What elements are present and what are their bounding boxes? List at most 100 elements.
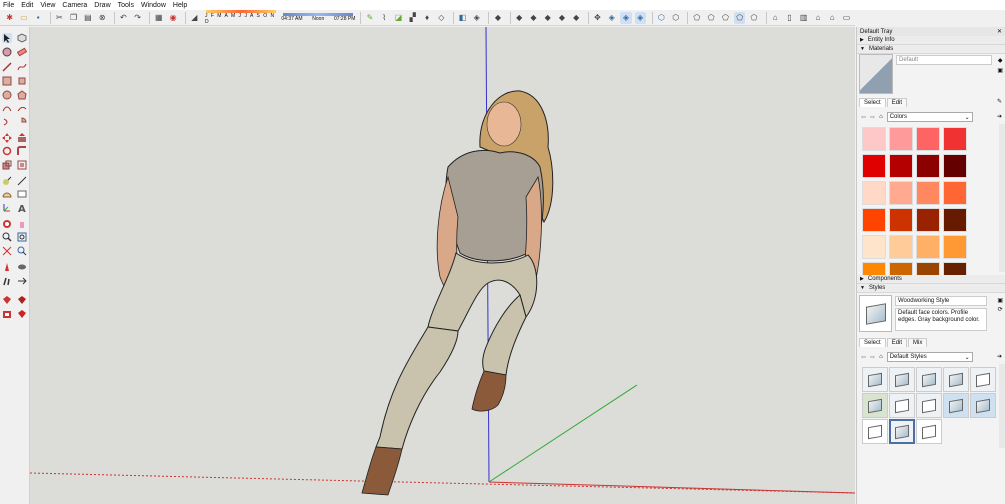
shadows-toggle-icon[interactable]: ◢	[189, 12, 200, 24]
freehand-icon[interactable]	[17, 62, 27, 72]
three-point-arc-icon[interactable]	[2, 117, 12, 127]
look-around-icon[interactable]	[17, 262, 27, 272]
tray-close-icon[interactable]: ✕	[997, 28, 1002, 35]
styles-header[interactable]: ▼ Styles	[857, 284, 1005, 293]
color-swatch[interactable]	[943, 154, 967, 178]
color-swatch[interactable]	[916, 154, 940, 178]
drape-icon[interactable]: ♦	[421, 12, 432, 24]
cut-icon[interactable]: ✂	[54, 12, 65, 24]
color-swatch[interactable]	[943, 181, 967, 205]
dimension-tool-icon[interactable]	[17, 176, 27, 186]
section-plane-icon[interactable]: ✥	[592, 12, 603, 24]
forward-icon[interactable]: ⇨	[870, 114, 875, 121]
style-thumbnail[interactable]	[889, 367, 915, 392]
walk-icon[interactable]: ◈	[471, 12, 482, 24]
open-file-icon[interactable]: ▭	[18, 12, 29, 24]
wireframe-icon[interactable]: ◈	[634, 11, 646, 24]
menu-view[interactable]: View	[40, 2, 55, 9]
style-thumbnail[interactable]	[943, 367, 969, 392]
new-file-icon[interactable]: ✱	[4, 12, 15, 24]
polygon-tool-icon[interactable]	[17, 89, 27, 100]
back-view-icon[interactable]: ◆	[556, 12, 567, 24]
tab-edit[interactable]: Edit	[886, 98, 908, 107]
menu-help[interactable]: Help	[173, 2, 187, 9]
model-info-icon[interactable]: ◉	[167, 12, 178, 24]
style-thumbnail[interactable]	[970, 367, 996, 392]
components-header[interactable]: ▶ Components	[857, 275, 1005, 284]
add-detail-icon[interactable]: ◇	[436, 12, 447, 24]
zoom-window-icon[interactable]	[17, 232, 27, 242]
copy-icon[interactable]: ❐	[68, 12, 79, 24]
front-view-icon[interactable]: ◆	[528, 12, 539, 24]
left-view-icon[interactable]: ◆	[571, 12, 582, 24]
color-swatch[interactable]	[862, 181, 886, 205]
right-view-icon[interactable]: ◆	[542, 12, 553, 24]
pie-tool-icon[interactable]	[17, 117, 27, 127]
offset-tool-icon[interactable]	[17, 160, 27, 170]
axes-tool-icon[interactable]	[2, 203, 12, 213]
home-icon[interactable]: ⌂	[812, 12, 823, 24]
tab-select[interactable]: Select	[859, 338, 886, 347]
color-swatch[interactable]	[889, 181, 913, 205]
scale-tool-icon[interactable]	[2, 160, 12, 170]
color-swatch[interactable]	[916, 181, 940, 205]
color-swatch[interactable]	[862, 208, 886, 232]
style-c-icon[interactable]: ⬠	[748, 12, 759, 24]
3d-text-icon[interactable]: A	[17, 203, 27, 215]
create-style-icon[interactable]: ▣	[997, 297, 1003, 304]
sandbox-from-contours-icon[interactable]: ✎	[364, 12, 375, 24]
position-camera-icon[interactable]	[2, 262, 12, 272]
top-view-icon[interactable]: ◆	[514, 12, 525, 24]
ruby-gem-icon[interactable]	[17, 309, 27, 319]
style-thumbnail[interactable]	[916, 393, 942, 418]
rotate-tool-icon[interactable]	[2, 146, 12, 156]
style-thumbnail[interactable]	[862, 419, 888, 444]
3d-warehouse-icon[interactable]: ⌂	[770, 12, 781, 24]
color-swatch[interactable]	[889, 127, 913, 151]
style-name-field[interactable]: Woodworking Style	[895, 296, 987, 306]
style-description[interactable]: Default face colors. Profile edges. Gray…	[895, 308, 987, 331]
text-tool-icon[interactable]	[17, 189, 27, 199]
orbit-tool-icon[interactable]	[2, 219, 12, 229]
sandbox-from-scratch-icon[interactable]: ⌇	[379, 12, 390, 24]
menu-file[interactable]: File	[3, 2, 14, 9]
paint-bucket-icon[interactable]: ◆	[998, 57, 1003, 64]
make-component-icon[interactable]	[17, 33, 27, 43]
style-thumbnail[interactable]	[970, 393, 996, 418]
color-swatch[interactable]	[862, 127, 886, 151]
push-pull-icon[interactable]	[17, 132, 27, 143]
details-arrow-icon[interactable]: ➔	[997, 353, 1002, 360]
arc-tool-icon[interactable]	[2, 103, 12, 113]
tab-edit[interactable]: Edit	[886, 338, 908, 347]
redo-icon[interactable]: ↷	[132, 12, 143, 24]
previous-view-icon[interactable]	[17, 246, 27, 256]
rotated-rectangle-icon[interactable]	[17, 76, 27, 86]
preview-icon[interactable]: ▭	[841, 12, 852, 24]
smoove-icon[interactable]: ◪	[393, 12, 404, 24]
iso-view-icon[interactable]: ◆	[492, 12, 503, 24]
materials-scrollbar[interactable]	[999, 124, 1005, 272]
color-swatch[interactable]	[943, 127, 967, 151]
style-thumbnail[interactable]	[943, 393, 969, 418]
warehouse-extension-icon[interactable]	[2, 309, 12, 319]
print-icon[interactable]: ▦	[153, 12, 164, 24]
line-tool-icon[interactable]	[2, 62, 12, 72]
style-b-icon[interactable]: ⬠	[734, 11, 746, 24]
model-viewport[interactable]	[30, 27, 855, 504]
month-slider[interactable]: J F M A M J J A S O N D	[205, 10, 277, 25]
color-swatch[interactable]	[862, 154, 886, 178]
monochrome-icon[interactable]: ⬠	[706, 12, 717, 24]
camera-position-icon[interactable]: ◧	[457, 12, 468, 24]
back-edges-icon[interactable]: ◈	[620, 11, 632, 24]
menu-window[interactable]: Window	[141, 2, 166, 9]
color-swatch[interactable]	[889, 154, 913, 178]
tab-mix[interactable]: Mix	[908, 338, 928, 347]
color-swatch[interactable]	[943, 208, 967, 232]
erase-icon[interactable]: ⊗	[97, 12, 108, 24]
sample-paint-icon[interactable]: ✎	[997, 98, 1002, 105]
color-swatch[interactable]	[889, 235, 913, 259]
color-swatch[interactable]	[916, 208, 940, 232]
layout-icon[interactable]: ▥	[798, 12, 809, 24]
shaded-texture-icon[interactable]: ⬠	[691, 12, 702, 24]
tab-select[interactable]: Select	[859, 98, 886, 107]
